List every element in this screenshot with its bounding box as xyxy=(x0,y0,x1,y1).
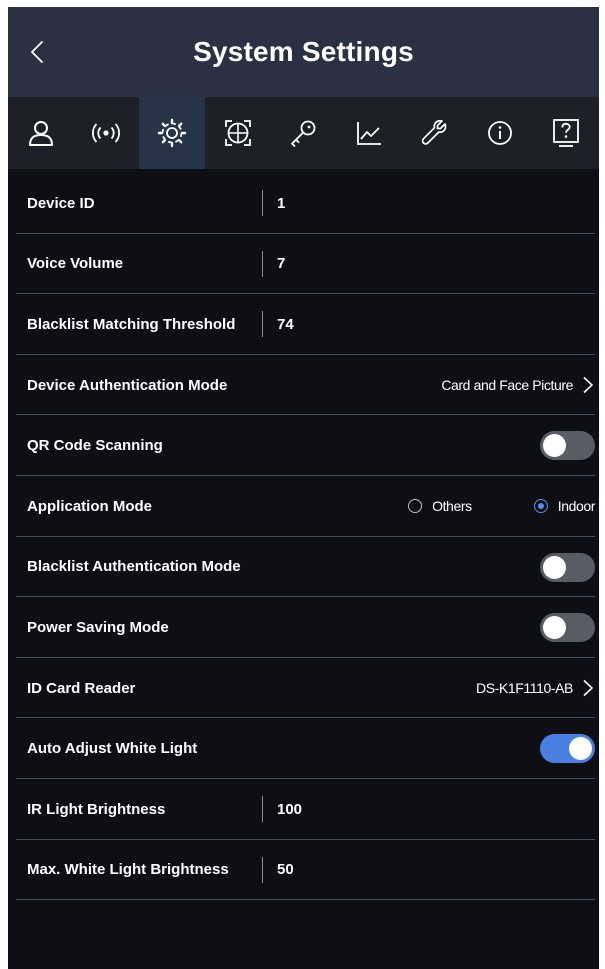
setting-label: Device ID xyxy=(27,194,95,212)
radio-option-indoor[interactable]: Indoor xyxy=(533,497,596,514)
auto-white-light-toggle[interactable] xyxy=(540,734,595,764)
settings-list: Device ID 1 Voice Volume 7 Blacklist Mat… xyxy=(8,173,599,900)
setting-label: ID Card Reader xyxy=(27,679,136,697)
setting-ir-brightness[interactable]: IR Light Brightness 100 xyxy=(8,779,599,840)
blacklist-threshold-input[interactable]: 74 xyxy=(277,316,294,333)
setting-label: Blacklist Matching Threshold xyxy=(27,315,236,333)
setting-label: Device Authentication Mode xyxy=(27,376,228,394)
radio-dot xyxy=(537,502,544,509)
setting-blacklist-threshold[interactable]: Blacklist Matching Threshold 74 xyxy=(8,294,599,355)
setting-power-saving: Power Saving Mode xyxy=(8,597,599,658)
back-button[interactable] xyxy=(22,35,52,69)
setting-max-white-brightness[interactable]: Max. White Light Brightness 50 xyxy=(8,840,599,901)
qr-scanning-toggle[interactable] xyxy=(540,431,595,461)
setting-voice-volume[interactable]: Voice Volume 7 xyxy=(8,234,599,295)
tab-network[interactable] xyxy=(74,97,140,169)
voice-volume-input[interactable]: 7 xyxy=(277,255,285,272)
radio-button[interactable] xyxy=(533,498,548,513)
radio-label: Others xyxy=(432,497,472,514)
field-divider xyxy=(262,856,263,883)
setting-id-card-reader[interactable]: ID Card Reader DS-K1F1110-AB xyxy=(8,658,599,719)
face-scan-icon xyxy=(224,120,251,146)
radio-button[interactable] xyxy=(408,498,423,513)
setting-label: Blacklist Authentication Mode xyxy=(27,558,241,576)
gear-icon xyxy=(157,118,187,148)
radio-label: Indoor xyxy=(557,497,596,514)
chevron-right-icon xyxy=(583,376,593,393)
ir-brightness-input[interactable]: 100 xyxy=(277,801,302,818)
power-saving-toggle[interactable] xyxy=(540,613,595,643)
radio-option-others[interactable]: Others xyxy=(408,498,472,514)
blacklist-auth-toggle[interactable] xyxy=(540,552,595,582)
tab-statistics[interactable] xyxy=(336,97,402,169)
toggle-knob xyxy=(569,737,592,761)
setting-label: IR Light Brightness xyxy=(27,800,166,818)
info-icon xyxy=(488,121,513,145)
field-divider xyxy=(262,250,263,277)
key-icon xyxy=(291,120,316,147)
tab-system[interactable] xyxy=(139,97,205,169)
tab-user[interactable] xyxy=(8,97,74,169)
tab-face[interactable] xyxy=(205,97,271,169)
device-id-input[interactable]: 1 xyxy=(277,195,285,212)
auth-mode-value: Card and Face Picture xyxy=(441,377,573,394)
chart-icon xyxy=(357,122,382,145)
wrench-icon xyxy=(421,119,447,145)
toggle-knob xyxy=(543,616,566,640)
setting-label: Max. White Light Brightness xyxy=(27,861,229,879)
max-white-brightness-input[interactable]: 50 xyxy=(277,861,294,878)
application-mode-radio-group: Others Indoor xyxy=(408,476,595,536)
tab-maintenance[interactable] xyxy=(402,97,468,169)
setting-qr-scanning: QR Code Scanning xyxy=(8,415,599,476)
id-card-reader-value: DS-K1F1110-AB xyxy=(476,680,573,697)
user-icon xyxy=(28,121,53,146)
setting-auto-white-light: Auto Adjust White Light xyxy=(8,718,599,779)
setting-label: QR Code Scanning xyxy=(27,437,163,455)
tab-access[interactable] xyxy=(271,97,337,169)
toggle-knob xyxy=(543,434,566,458)
setting-label: Auto Adjust White Light xyxy=(27,740,198,758)
field-divider xyxy=(262,190,263,216)
setting-blacklist-auth-mode: Blacklist Authentication Mode xyxy=(8,537,599,598)
tab-help[interactable] xyxy=(533,97,599,169)
category-tabs xyxy=(8,97,599,169)
settings-screen: System Settings Device ID 1 Voice Volume… xyxy=(8,7,599,969)
chevron-left-icon xyxy=(31,41,43,63)
setting-label: Power Saving Mode xyxy=(27,618,169,636)
header-bar: System Settings xyxy=(8,7,599,97)
setting-auth-mode[interactable]: Device Authentication Mode Card and Face… xyxy=(8,355,599,416)
chevron-right-icon xyxy=(583,679,593,696)
tab-info[interactable] xyxy=(468,97,534,169)
setting-application-mode: Application Mode Others Indoor xyxy=(8,476,599,537)
field-divider xyxy=(262,795,263,822)
page-title: System Settings xyxy=(193,36,414,67)
help-icon xyxy=(553,119,579,147)
setting-label: Voice Volume xyxy=(27,255,124,273)
field-divider xyxy=(262,311,263,338)
setting-device-id[interactable]: Device ID 1 xyxy=(8,173,599,234)
toggle-knob xyxy=(543,555,566,579)
wireless-icon xyxy=(92,123,121,143)
setting-label: Application Mode xyxy=(27,497,152,515)
